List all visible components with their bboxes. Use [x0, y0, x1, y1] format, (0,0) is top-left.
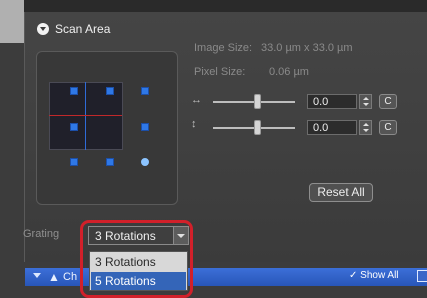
collapse-chevron-icon[interactable]: [37, 23, 49, 35]
reset-all-button[interactable]: Reset All: [309, 183, 373, 202]
resize-handle-right[interactable]: [141, 123, 149, 131]
image-size-label: Image Size:: [194, 42, 253, 54]
vertical-offset-slider-thumb[interactable]: [254, 120, 261, 135]
horizontal-offset-icon: ↔: [191, 94, 202, 106]
top-strip: [0, 0, 427, 12]
horizontal-offset-slider-thumb[interactable]: [254, 94, 261, 109]
horizontal-offset-spinner[interactable]: [359, 94, 372, 109]
resize-handle-bottom-left[interactable]: [70, 158, 78, 166]
grating-selected-value: 3 Rotations: [95, 229, 156, 243]
channels-icon: ▲: [48, 270, 60, 284]
grating-select[interactable]: 3 Rotations: [88, 226, 189, 245]
vertical-offset-field[interactable]: 0.0: [307, 120, 357, 135]
popout-window-icon[interactable]: [417, 270, 427, 282]
grating-label: Grating: [23, 228, 60, 240]
pixel-size-value: 0.06 µm: [269, 66, 309, 78]
vertical-offset-center-button[interactable]: C: [379, 120, 397, 135]
dropdown-arrow-icon[interactable]: [173, 227, 188, 244]
show-all-toggle[interactable]: ✓ Show All: [349, 270, 399, 281]
channels-section-header[interactable]: ▲ Ch ✓ Show All: [25, 268, 427, 286]
vertical-offset-spinner[interactable]: [359, 120, 372, 135]
adjacent-panel-edge: [0, 0, 24, 43]
horizontal-offset-field[interactable]: 0.0: [307, 94, 357, 109]
horizontal-offset-center-button[interactable]: C: [379, 94, 397, 109]
resize-handle-left[interactable]: [70, 123, 78, 131]
resize-handle-top-right[interactable]: [141, 87, 149, 95]
section-title: Scan Area: [55, 22, 111, 36]
grating-option-3-rotations[interactable]: 3 Rotations: [91, 253, 186, 271]
resize-handle-bottom[interactable]: [106, 158, 114, 166]
grating-dropdown-list: 3 Rotations 5 Rotations: [89, 251, 188, 291]
image-size-value: 33.0 µm x 33.0 µm: [261, 42, 353, 54]
grating-option-5-rotations[interactable]: 5 Rotations: [91, 272, 186, 290]
channels-section-title: Ch: [63, 271, 78, 283]
section-header[interactable]: Scan Area: [37, 21, 110, 37]
resize-handle-top[interactable]: [106, 87, 114, 95]
expand-arrow-icon[interactable]: [33, 273, 41, 278]
rotate-handle[interactable]: [141, 158, 149, 166]
scan-horizontal-axis: [49, 115, 122, 116]
pixel-size-label: Pixel Size:: [194, 66, 246, 78]
resize-handle-top-left[interactable]: [70, 87, 78, 95]
scan-vertical-axis: [85, 82, 86, 150]
vertical-offset-icon: ↕: [191, 118, 197, 130]
